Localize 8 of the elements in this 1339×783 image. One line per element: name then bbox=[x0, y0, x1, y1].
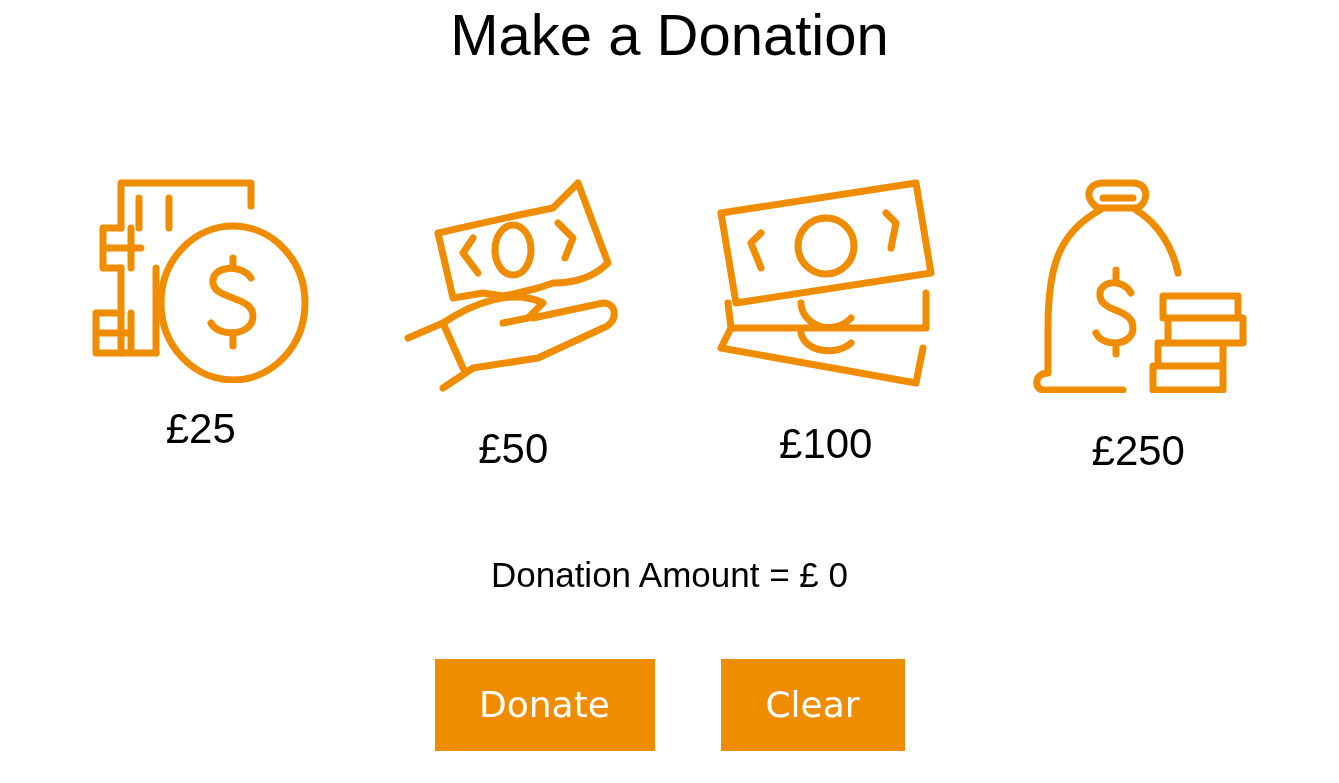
donation-amount: Donation Amount = £ 0 bbox=[490, 554, 849, 596]
banknotes-icon bbox=[715, 178, 936, 388]
page-title: Make a Donation bbox=[450, 2, 889, 68]
amount-option[interactable]: £50 bbox=[478, 425, 549, 473]
amount-option[interactable]: £100 bbox=[779, 420, 873, 468]
amount-option[interactable]: £25 bbox=[165, 405, 236, 453]
amount-option[interactable]: £250 bbox=[1091, 427, 1185, 475]
coins-icon bbox=[90, 178, 311, 383]
